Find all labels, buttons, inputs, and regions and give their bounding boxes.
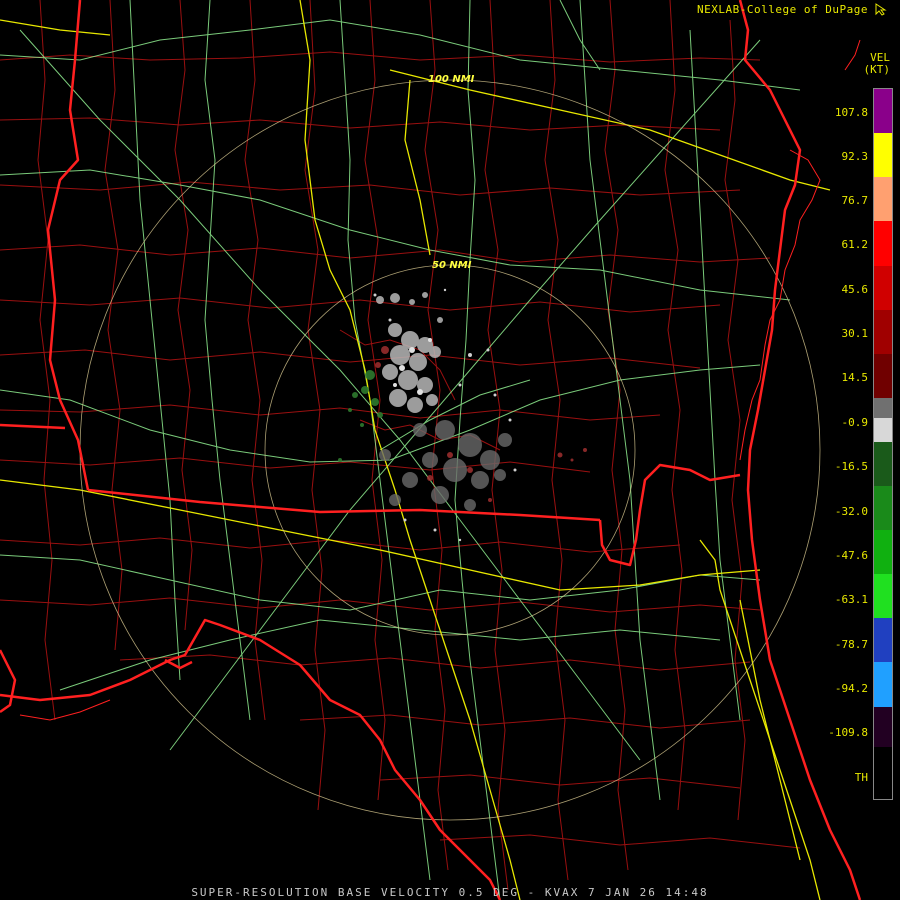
legend-tick: -109.8 (828, 726, 868, 739)
legend-tick: 76.7 (841, 194, 869, 207)
legend-units: (KT) (863, 63, 891, 76)
product-caption: SUPER-RESOLUTION BASE VELOCITY 0.5 DEG -… (191, 886, 709, 899)
legend-tick: -78.7 (834, 638, 868, 651)
legend-tick: -16.5 (834, 460, 868, 473)
legend-title: VEL (KT) (864, 52, 891, 76)
legend-tick: 61.2 (841, 238, 869, 251)
legend-tick: -63.1 (834, 593, 868, 606)
legend-tick: 107.8 (834, 106, 868, 119)
ring-label-inner: 50 NMI (432, 260, 472, 271)
legend-tick: 30.1 (841, 327, 869, 340)
legend-tick: -94.2 (834, 682, 868, 695)
velocity-color-scale (873, 88, 893, 800)
cursor-icon (875, 3, 887, 16)
legend-tick: -0.9 (841, 416, 869, 429)
legend-tick: TH (854, 771, 868, 784)
legend-tick: -47.6 (834, 549, 868, 562)
legend-tick: 92.3 (841, 150, 869, 163)
radar-map: 50 NMI 100 NMI (0, 0, 900, 900)
credit-text: NEXLAB-College of DuPage (697, 3, 868, 16)
legend-tick: -32.0 (834, 505, 868, 518)
legend-tick: 14.5 (841, 371, 869, 384)
ring-label-outer: 100 NMI (428, 74, 475, 85)
legend-tick: 45.6 (841, 283, 869, 296)
